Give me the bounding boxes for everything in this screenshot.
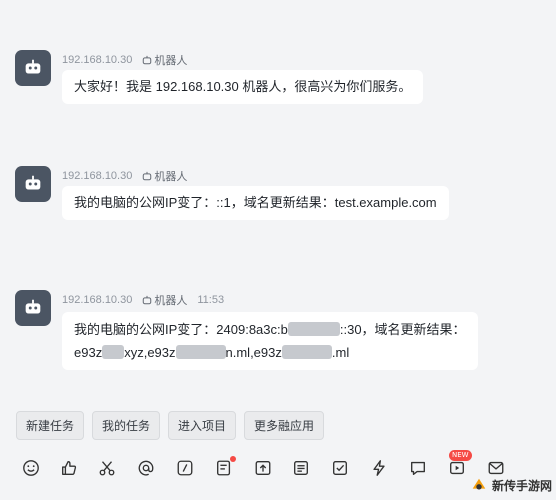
video-icon[interactable]: NEW bbox=[447, 450, 472, 478]
watermark-logo: 新传手游网 bbox=[470, 476, 552, 494]
message-bubble[interactable]: 大家好！我是 192.168.10.30 机器人，很高兴为你们服务。 bbox=[62, 70, 424, 104]
bot-tag: 机器人 bbox=[142, 52, 187, 68]
quick-actions: 新建任务 我的任务 进入项目 更多融应用 bbox=[16, 411, 325, 440]
more-apps-button[interactable]: 更多融应用 bbox=[244, 411, 325, 440]
message-time: 11:53 bbox=[197, 294, 225, 306]
robot-icon bbox=[25, 175, 41, 190]
bot-tag-icon bbox=[143, 171, 152, 181]
message-meta: 192.168.10.30 机器人 11:53 bbox=[62, 292, 224, 308]
scissors-icon[interactable] bbox=[97, 458, 117, 478]
task-icon[interactable] bbox=[214, 456, 236, 478]
message-line-2: e93z xyz,e93z n.ml,e93z .ml bbox=[74, 341, 466, 364]
chat-icon[interactable] bbox=[408, 458, 428, 478]
message-text: n.ml,e93z bbox=[225, 345, 282, 360]
redacted-block bbox=[102, 345, 125, 359]
message-text: e93z bbox=[74, 345, 103, 360]
slash-command-icon[interactable] bbox=[175, 458, 195, 478]
bot-tag: 机器人 bbox=[142, 292, 187, 308]
robot-icon bbox=[25, 59, 41, 74]
notification-dot bbox=[230, 456, 236, 462]
message-bubble[interactable]: 我的电脑的公网IP变了：::1，域名更新结果：test.example.com bbox=[62, 186, 449, 220]
mention-icon[interactable] bbox=[136, 458, 156, 478]
sender-name[interactable]: 192.168.10.30 bbox=[62, 294, 132, 306]
robot-avatar[interactable] bbox=[15, 166, 51, 202]
bot-tag: 机器人 bbox=[142, 168, 187, 184]
my-tasks-button[interactable]: 我的任务 bbox=[92, 411, 161, 440]
redacted-block bbox=[175, 345, 226, 359]
lightning-icon[interactable] bbox=[369, 458, 389, 478]
message-text: xyz,e93z bbox=[124, 345, 176, 360]
redacted-block bbox=[287, 322, 340, 336]
message-line-1: 我的电脑的公网IP变了：2409:8a3c:b::30，域名更新结果： bbox=[74, 318, 466, 341]
message-text: 我的电脑的公网IP变了：::1，域名更新结果：test.example.com bbox=[74, 195, 437, 210]
bot-tag-label: 机器人 bbox=[154, 295, 188, 307]
message-text: ::30，域名更新结果： bbox=[339, 322, 466, 337]
bot-tag-label: 机器人 bbox=[154, 55, 188, 67]
enter-project-button[interactable]: 进入项目 bbox=[168, 411, 237, 440]
new-badge: NEW bbox=[449, 450, 472, 461]
bot-tag-icon bbox=[143, 55, 152, 65]
bot-tag-icon bbox=[143, 295, 152, 305]
message-meta: 192.168.10.30 机器人 bbox=[62, 168, 187, 184]
sender-name[interactable]: 192.168.10.30 bbox=[62, 170, 132, 182]
message-meta: 192.168.10.30 机器人 bbox=[62, 52, 187, 68]
mail-icon[interactable] bbox=[486, 458, 506, 478]
robot-avatar[interactable] bbox=[15, 290, 51, 326]
bot-tag-label: 机器人 bbox=[154, 171, 188, 183]
watermark-text: 新传手游网 bbox=[491, 478, 552, 493]
sender-name[interactable]: 192.168.10.30 bbox=[62, 54, 132, 66]
message-text: 大家好！我是 192.168.10.30 机器人，很高兴为你们服务。 bbox=[74, 79, 412, 94]
new-task-button[interactable]: 新建任务 bbox=[16, 411, 85, 440]
document-icon[interactable] bbox=[291, 458, 311, 478]
watermark-logo-icon bbox=[472, 478, 486, 490]
robot-icon bbox=[25, 299, 41, 314]
message-text: 我的电脑的公网IP变了：2409:8a3c:b bbox=[74, 322, 288, 337]
robot-avatar[interactable] bbox=[15, 50, 51, 86]
checkbox-icon[interactable] bbox=[330, 458, 350, 478]
redacted-block bbox=[281, 345, 332, 359]
upload-icon[interactable] bbox=[253, 458, 273, 478]
emoji-icon[interactable] bbox=[21, 458, 41, 478]
message-text: .ml bbox=[331, 345, 350, 360]
message-bubble[interactable]: 我的电脑的公网IP变了：2409:8a3c:b::30，域名更新结果： e93z… bbox=[62, 312, 478, 370]
thumbs-up-icon[interactable] bbox=[59, 458, 79, 478]
